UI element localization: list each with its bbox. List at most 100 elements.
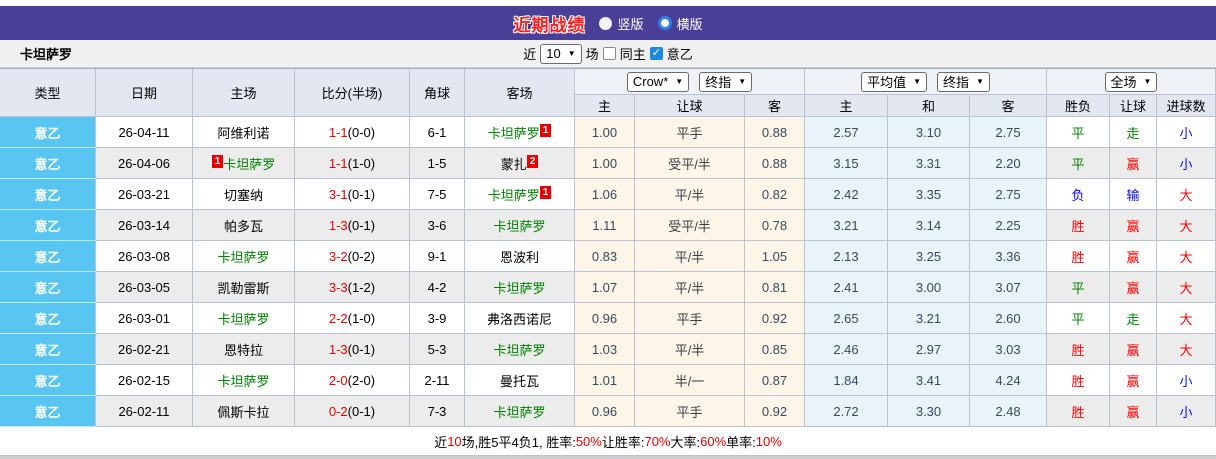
cell-corner: 3-6 xyxy=(410,210,465,241)
cell-result-handicap: 赢 xyxy=(1110,241,1157,272)
cell-league: 意乙 xyxy=(0,117,96,148)
cell-corner: 6-1 xyxy=(410,117,465,148)
cell-result-wdl: 胜 xyxy=(1047,365,1110,396)
cell-odds-away: 0.82 xyxy=(745,179,805,210)
team-label: 卡坦萨罗 xyxy=(487,125,540,141)
team-label: 恩波利 xyxy=(499,249,539,265)
cell-result-goals: 小 xyxy=(1157,148,1216,179)
cell-odds-away: 1.05 xyxy=(745,241,805,272)
odds-provider-select[interactable]: Crow* ▼ xyxy=(626,71,690,92)
sub-header-0: 主 xyxy=(575,95,635,117)
cell-away-team: 卡坦萨罗 xyxy=(465,210,575,241)
cell-odds-home: 0.96 xyxy=(575,303,635,334)
team-label: 阿维利诺 xyxy=(217,125,270,141)
cell-corner: 5-3 xyxy=(410,334,465,365)
cell-away-team: 恩波利 xyxy=(465,241,575,272)
sub-header-7: 让球 xyxy=(1110,95,1157,117)
team-label: 卡坦萨罗 xyxy=(223,156,276,172)
chevron-down-icon: ▼ xyxy=(567,49,576,58)
average-select[interactable]: 平均值 ▼ xyxy=(861,71,927,92)
team-label: 卡坦萨罗 xyxy=(217,373,270,389)
cell-result-wdl: 平 xyxy=(1047,272,1110,303)
cell-avg-away: 2.60 xyxy=(970,303,1047,334)
cell-avg-away: 4.24 xyxy=(970,365,1047,396)
radio-selected-icon[interactable] xyxy=(657,16,672,30)
cell-odds-home: 1.03 xyxy=(575,334,635,365)
sub-header-1: 让球 xyxy=(635,95,745,117)
team-label: 卡坦萨罗 xyxy=(487,187,540,203)
match-count-select[interactable]: 10 ▼ xyxy=(540,43,582,64)
cell-odds-home: 0.83 xyxy=(575,241,635,272)
cell-corner: 3-9 xyxy=(410,303,465,334)
cell-avg-draw: 3.31 xyxy=(888,148,970,179)
cell-result-handicap: 赢 xyxy=(1110,334,1157,365)
sub-header-3: 主 xyxy=(805,95,888,117)
same-home-checkbox[interactable] xyxy=(602,47,616,60)
cell-avg-draw: 3.14 xyxy=(888,210,970,241)
cell-result-handicap: 赢 xyxy=(1110,365,1157,396)
cell-corner: 9-1 xyxy=(410,241,465,272)
cell-date: 26-03-05 xyxy=(96,272,193,303)
cell-home-team: 卡坦萨罗 xyxy=(193,303,295,334)
league-filter-checkbox[interactable] xyxy=(649,46,663,60)
cell-odds-away: 0.87 xyxy=(745,365,805,396)
cell-avg-draw: 3.21 xyxy=(888,303,970,334)
cell-home-team: 卡坦萨罗 xyxy=(193,241,295,272)
cell-result-handicap: 走 xyxy=(1110,117,1157,148)
cell-odds-home: 1.00 xyxy=(575,148,635,179)
cell-result-goals: 小 xyxy=(1157,117,1216,148)
cell-away-team: 卡坦萨罗 xyxy=(465,334,575,365)
cell-avg-draw: 3.00 xyxy=(888,272,970,303)
summary-label: 单率: xyxy=(726,434,756,450)
cell-odds-away: 0.85 xyxy=(745,334,805,365)
cell-odds-handicap: 受平/半 xyxy=(635,148,745,179)
radio-unselected-icon[interactable] xyxy=(599,16,613,30)
cell-league: 意乙 xyxy=(0,210,96,241)
layout-radio-horizontal[interactable]: 横版 xyxy=(657,14,703,33)
cell-result-handicap: 走 xyxy=(1110,303,1157,334)
col-header-corner: 角球 xyxy=(410,69,465,117)
team-label: 卡坦萨罗 xyxy=(493,404,546,420)
chevron-down-icon: ▼ xyxy=(976,77,984,86)
full-match-select[interactable]: 全场 ▼ xyxy=(1104,71,1158,92)
summary-label: 场,胜5平4负1, 胜率: xyxy=(461,434,576,450)
cell-odds-handicap: 平/半 xyxy=(635,334,745,365)
provider-final-select[interactable]: 终指 ▼ xyxy=(699,71,753,92)
summary-value: 50% xyxy=(575,433,602,449)
sub-header-4: 和 xyxy=(888,95,970,117)
chevron-down-icon: ▼ xyxy=(913,77,921,86)
cell-odds-handicap: 受平/半 xyxy=(635,210,745,241)
cell-avg-home: 2.13 xyxy=(805,241,888,272)
cell-avg-draw: 3.25 xyxy=(888,241,970,272)
cell-result-wdl: 胜 xyxy=(1047,396,1110,427)
col-header-away: 客场 xyxy=(465,69,575,117)
chevron-down-icon: ▼ xyxy=(1143,77,1152,86)
cell-result-handicap: 赢 xyxy=(1110,148,1157,179)
team-label: 卡坦萨罗 xyxy=(493,342,546,358)
cell-score: 3-2 (0-2) xyxy=(295,241,410,272)
cell-date: 26-04-11 xyxy=(96,117,193,148)
cell-odds-home: 1.11 xyxy=(575,210,635,241)
summary-stats: 近 10 场,胜5平4负1, 胜率: 50% 让胜率: 70% 大率: 60% 单率: 10… xyxy=(0,427,1216,456)
team-label: 弗洛西诺尼 xyxy=(486,311,552,327)
cell-score: 2-2 (1-0) xyxy=(295,303,410,334)
cell-result-wdl: 负 xyxy=(1047,179,1110,210)
cell-home-team: 切塞纳 xyxy=(193,179,295,210)
summary-value: 60% xyxy=(700,433,727,449)
radio-horizontal-label: 横版 xyxy=(676,16,703,32)
cell-away-team: 曼托瓦 xyxy=(465,365,575,396)
cell-avg-home: 2.65 xyxy=(805,303,888,334)
cell-away-team: 弗洛西诺尼 xyxy=(465,303,575,334)
cell-league: 意乙 xyxy=(0,396,96,427)
cell-score: 1-3 (0-1) xyxy=(295,334,410,365)
cell-odds-away: 0.78 xyxy=(745,210,805,241)
cell-avg-home: 2.41 xyxy=(805,272,888,303)
cell-avg-away: 2.75 xyxy=(970,179,1047,210)
summary-value: 10% xyxy=(755,433,782,449)
cell-home-team: 凯勒雷斯 xyxy=(193,272,295,303)
cell-score: 1-1 (1-0) xyxy=(295,148,410,179)
cell-avg-away: 3.07 xyxy=(970,272,1047,303)
cell-date: 26-03-14 xyxy=(96,210,193,241)
layout-radio-vertical[interactable]: 竖版 xyxy=(599,14,644,33)
average-final-select[interactable]: 终指 ▼ xyxy=(937,71,990,92)
